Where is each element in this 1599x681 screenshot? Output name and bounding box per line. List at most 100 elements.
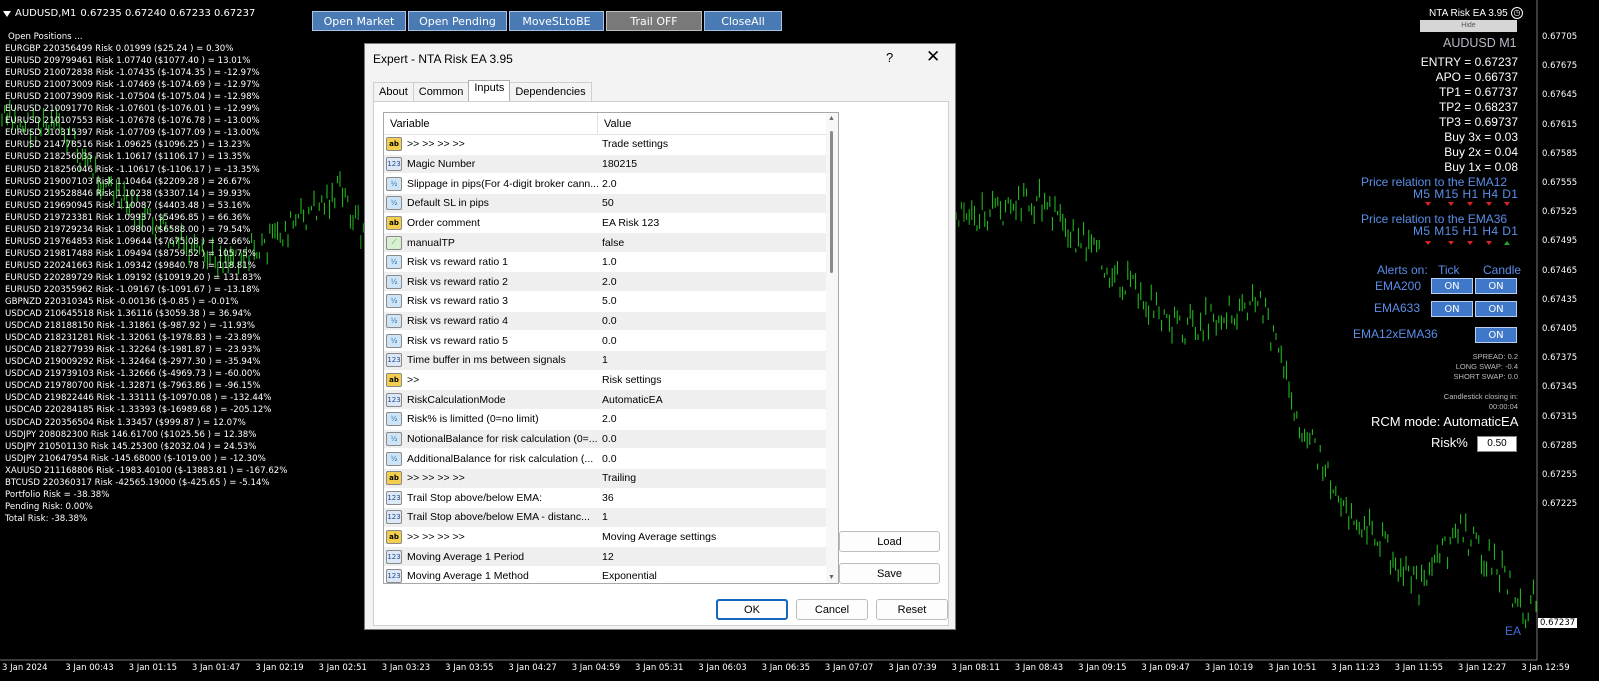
input-value-cell[interactable]: Exponential: [598, 570, 657, 582]
input-variable-cell[interactable]: 123 Moving Average 1 Method: [384, 569, 598, 583]
input-value-cell[interactable]: AutomaticEA: [598, 394, 663, 406]
input-row[interactable]: ab >> >> >> >> Moving Average settings: [384, 528, 838, 548]
input-variable-name: Default SL in pips: [407, 197, 489, 210]
input-value-cell[interactable]: 0.0: [598, 433, 617, 445]
move-sl-to-be-button[interactable]: MoveSLtoBE: [509, 11, 604, 31]
input-variable-cell[interactable]: ab >>: [384, 373, 598, 387]
input-value-cell[interactable]: Trailing: [598, 472, 636, 484]
input-row[interactable]: 123 Magic Number 180215: [384, 154, 838, 175]
load-button[interactable]: Load: [839, 531, 940, 552]
input-variable-cell[interactable]: ab >> >> >> >>: [384, 137, 598, 152]
input-variable-cell[interactable]: 123 Moving Average 1 Period: [384, 549, 598, 564]
input-row[interactable]: ½ Risk vs reward ratio 4 0.0: [384, 311, 838, 332]
trail-toggle-button[interactable]: Trail OFF: [606, 11, 702, 31]
input-variable-cell[interactable]: ab Order comment: [384, 215, 598, 230]
down-arrow-icon: [1467, 241, 1473, 245]
input-variable-cell[interactable]: ½ Risk vs reward ratio 5: [384, 333, 598, 348]
input-value-cell[interactable]: false: [598, 237, 624, 249]
input-row[interactable]: ½ Risk vs reward ratio 2 2.0: [384, 272, 838, 293]
scroll-down-icon[interactable]: ▼: [828, 574, 835, 581]
ema200-candle-toggle[interactable]: ON: [1475, 278, 1517, 294]
close-all-button[interactable]: CloseAll: [704, 11, 782, 31]
ok-button[interactable]: OK: [716, 599, 788, 620]
input-row[interactable]: ab >> >> >> >> Trade settings: [384, 135, 838, 155]
input-row[interactable]: ab Order comment EA Risk 123: [384, 214, 838, 234]
risk-percent-input[interactable]: 0.50: [1477, 436, 1517, 452]
input-variable-cell[interactable]: ½ Risk% is limitted (0=no limit): [384, 412, 598, 427]
input-value-cell[interactable]: 12: [598, 551, 614, 563]
input-variable-cell[interactable]: ½ Default SL in pips: [384, 196, 598, 211]
open-market-button[interactable]: Open Market: [312, 11, 406, 31]
open-pending-button[interactable]: Open Pending: [408, 11, 507, 31]
input-variable-cell[interactable]: ab >> >> >> >>: [384, 471, 598, 486]
input-value-cell[interactable]: 1: [598, 354, 608, 366]
save-button[interactable]: Save: [839, 563, 940, 584]
input-variable-cell[interactable]: 123 Trail Stop above/below EMA - distanc.…: [384, 510, 598, 525]
help-button[interactable]: ?: [886, 50, 893, 65]
input-variable-cell[interactable]: ½ AdditionalBalance for risk calculation …: [384, 451, 598, 466]
grid-scrollbar[interactable]: ▲ ▼: [826, 113, 838, 583]
input-variable-cell[interactable]: ½ Risk vs reward ratio 3: [384, 294, 598, 309]
open-positions-header: Open Positions ...: [8, 32, 83, 42]
position-line: EURUSD 210091770 Risk -1.07601 ($-1076.0…: [5, 104, 260, 115]
input-value-cell[interactable]: 180215: [598, 158, 637, 170]
input-value-cell[interactable]: 50: [598, 197, 614, 209]
scroll-up-icon[interactable]: ▲: [828, 115, 835, 122]
input-row[interactable]: ½ Slippage in pips(For 4-digit broker can…: [384, 174, 838, 194]
ema12x36-candle-toggle[interactable]: ON: [1475, 327, 1517, 343]
ema633-candle-toggle[interactable]: ON: [1475, 301, 1517, 317]
input-row[interactable]: 123 Trail Stop above/below EMA - distanc.…: [384, 508, 838, 528]
ema633-tick-toggle[interactable]: ON: [1431, 301, 1473, 317]
input-variable-cell[interactable]: 123 Trail Stop above/below EMA:: [384, 490, 598, 505]
input-row[interactable]: ½ NotionalBalance for risk calculation (0…: [384, 429, 838, 450]
input-variable-cell[interactable]: ab >> >> >> >>: [384, 530, 598, 545]
input-variable-cell[interactable]: 123 RiskCalculationMode: [384, 392, 598, 407]
input-row[interactable]: ½ Default SL in pips 50: [384, 193, 838, 214]
tab-inputs[interactable]: Inputs: [468, 80, 511, 102]
variable-column-header[interactable]: Variable: [384, 113, 598, 134]
input-variable-cell[interactable]: 123 Time buffer in ms between signals: [384, 353, 598, 368]
cancel-button[interactable]: Cancel: [796, 599, 868, 620]
input-row[interactable]: 123 Time buffer in ms between signals 1: [384, 351, 838, 371]
input-row[interactable]: ½ Risk vs reward ratio 5 0.0: [384, 331, 838, 352]
input-variable-cell[interactable]: ½ Risk vs reward ratio 4: [384, 314, 598, 329]
input-variable-cell[interactable]: ½ Risk vs reward ratio 1: [384, 255, 598, 270]
input-row[interactable]: ab >> >> >> >> Trailing: [384, 468, 838, 489]
input-row[interactable]: ½ AdditionalBalance for risk calculation …: [384, 449, 838, 469]
input-variable-cell[interactable]: ½ Slippage in pips(For 4-digit broker can…: [384, 176, 598, 191]
input-value-cell[interactable]: 36: [598, 492, 614, 504]
input-value-cell[interactable]: 1: [598, 511, 608, 523]
value-column-header[interactable]: Value: [598, 118, 631, 130]
input-value-cell[interactable]: EA Risk 123: [598, 217, 659, 229]
input-value-cell[interactable]: 1.0: [598, 256, 617, 268]
input-value-cell[interactable]: Trade settings: [598, 138, 668, 150]
input-value-cell[interactable]: 0.0: [598, 453, 617, 465]
input-row[interactable]: 123 Moving Average 1 Period 12: [384, 547, 838, 568]
input-value-cell[interactable]: 2.0: [598, 276, 617, 288]
position-line: Pending Risk: 0.00%: [5, 501, 93, 512]
input-row[interactable]: 123 RiskCalculationMode AutomaticEA: [384, 390, 838, 410]
input-row[interactable]: ½ Risk vs reward ratio 1 1.0: [384, 253, 838, 273]
close-icon[interactable]: ✕: [926, 48, 940, 65]
input-variable-cell[interactable]: 123 Magic Number: [384, 156, 598, 171]
input-variable-cell[interactable]: ½ Risk vs reward ratio 2: [384, 274, 598, 289]
input-variable-cell[interactable]: ⟋ manualTP: [384, 235, 598, 250]
input-row[interactable]: 123 Moving Average 1 Method Exponential: [384, 567, 838, 583]
input-value-cell[interactable]: Moving Average settings: [598, 531, 716, 543]
input-row[interactable]: ⟋ manualTP false: [384, 233, 838, 253]
input-row[interactable]: ½ Risk vs reward ratio 3 5.0: [384, 292, 838, 312]
scrollbar-thumb[interactable]: [830, 131, 833, 273]
input-value-cell[interactable]: 0.0: [598, 315, 617, 327]
input-value-cell[interactable]: 5.0: [598, 295, 617, 307]
input-value-cell[interactable]: Risk settings: [598, 374, 662, 386]
input-row[interactable]: ab >> Risk settings: [384, 371, 838, 391]
input-value-cell[interactable]: 2.0: [598, 413, 617, 425]
input-row[interactable]: ½ Risk% is limitted (0=no limit) 2.0: [384, 410, 838, 430]
input-value-cell[interactable]: 2.0: [598, 178, 617, 190]
input-row[interactable]: 123 Trail Stop above/below EMA: 36: [384, 489, 838, 509]
dropdown-triangle-icon[interactable]: [3, 10, 11, 17]
ema200-tick-toggle[interactable]: ON: [1431, 278, 1473, 294]
input-variable-cell[interactable]: ½ NotionalBalance for risk calculation (0…: [384, 431, 598, 446]
reset-button[interactable]: Reset: [876, 599, 948, 620]
input-value-cell[interactable]: 0.0: [598, 335, 617, 347]
